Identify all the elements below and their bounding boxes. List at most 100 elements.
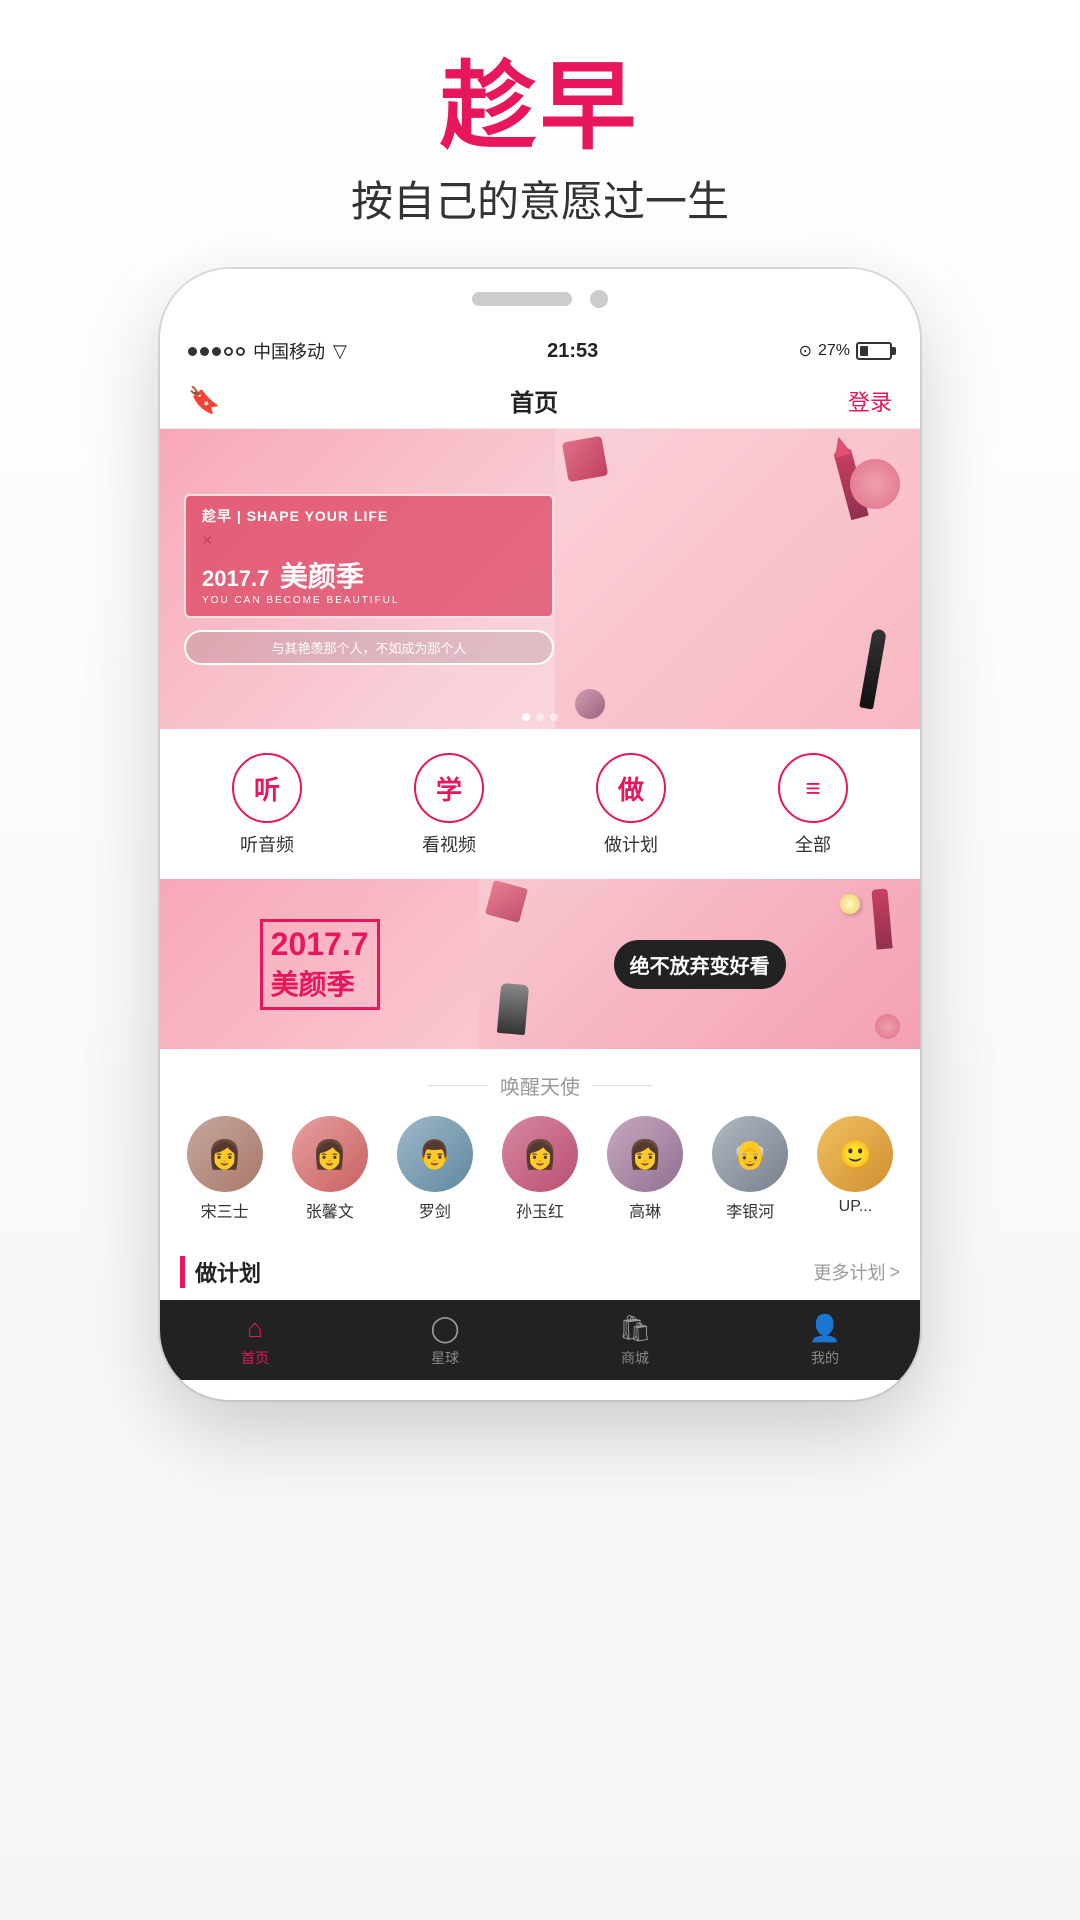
ambassador-avatar-7: 🙂	[817, 1116, 893, 1192]
palette-icon	[562, 436, 608, 482]
main-banner[interactable]: 趁早 | SHAPE YOUR LIFE × 2017.7 美颜季 YOU CA…	[160, 429, 920, 729]
plans-section: 做计划 更多计划 >	[160, 1240, 920, 1288]
phone-bottom-space	[160, 1380, 920, 1400]
banner-year-season: 2017.7 美颜季	[202, 555, 536, 593]
qa-video-circle: 学	[414, 753, 484, 823]
promo-season: 美颜季	[271, 963, 369, 1003]
bnav-star-label: 星球	[431, 1348, 459, 1368]
ambassador-2[interactable]: 👩 张馨文	[277, 1116, 382, 1222]
battery-icon	[856, 342, 892, 360]
qa-all-label: 全部	[795, 831, 831, 857]
promo-lipstick	[871, 888, 892, 949]
banner-left: 趁早 | SHAPE YOUR LIFE × 2017.7 美颜季 YOU CA…	[160, 429, 578, 729]
battery-percent: 27%	[818, 342, 850, 360]
promo-banner[interactable]: 2017.7 美颜季 绝不放弃变好看	[160, 879, 920, 1049]
promo-right: 绝不放弃变好看	[479, 940, 920, 989]
ambassadors-title: 唤醒天使	[160, 1071, 920, 1100]
banner-tagline: 与其艳羡那个人，不如成为那个人	[184, 630, 554, 665]
nav-bar: 🔖 首页 登录	[160, 373, 920, 429]
ambassador-avatar-5: 👩	[607, 1116, 683, 1192]
banner-content: 趁早 | SHAPE YOUR LIFE × 2017.7 美颜季 YOU CA…	[160, 429, 920, 729]
nav-title: 首页	[510, 383, 558, 418]
ambassador-6[interactable]: 👴 李银河	[698, 1116, 803, 1222]
promo-mascara	[497, 983, 529, 1035]
banner-dot-1	[522, 713, 530, 721]
ambassador-avatar-2: 👩	[292, 1116, 368, 1192]
banner-subtitle: YOU CAN BECOME BEAUTIFUL	[202, 595, 536, 606]
banner-brand: 趁早 | SHAPE YOUR LIFE	[202, 506, 536, 526]
blush-icon	[850, 459, 900, 509]
promo-blush	[875, 1014, 900, 1039]
ambassadors-list: 👩 宋三士 👩 张馨文 👨 罗剑 👩 孙玉红 👩 高琳 👴 李银河	[160, 1116, 920, 1222]
carrier-label: 中国移动	[253, 338, 325, 364]
qa-video[interactable]: 学 看视频	[414, 753, 484, 857]
ambassador-name-2: 张馨文	[306, 1198, 354, 1222]
bnav-shop[interactable]: 🛍 商城	[540, 1313, 730, 1368]
ambassador-name-7: UP...	[839, 1198, 873, 1216]
ambassador-4[interactable]: 👩 孙玉红	[487, 1116, 592, 1222]
qa-plan-label: 做计划	[604, 831, 658, 857]
ambassador-7[interactable]: 🙂 UP...	[803, 1116, 908, 1222]
promo-highlight	[840, 894, 860, 914]
ambassador-name-4: 孙玉红	[516, 1198, 564, 1222]
promo-year: 2017.7	[271, 926, 369, 963]
status-right: ⊙ 27%	[799, 341, 892, 361]
bookmark-icon[interactable]: 🔖	[188, 385, 220, 416]
ambassador-name-3: 罗剑	[419, 1198, 451, 1222]
mascara-icon	[859, 628, 887, 709]
bnav-shop-label: 商城	[621, 1348, 649, 1368]
quick-actions: 听 听音频 学 看视频 做 做计划 ≡ 全部	[160, 729, 920, 873]
profile-icon: 👤	[809, 1313, 841, 1344]
ambassador-avatar-1: 👩	[187, 1116, 263, 1192]
signal-dot-4	[224, 347, 233, 356]
promo-palette	[485, 880, 528, 923]
star-icon: ◯	[430, 1313, 459, 1344]
banner-dots	[522, 713, 558, 721]
qa-plan[interactable]: 做 做计划	[596, 753, 666, 857]
shop-icon: 🛍	[618, 1313, 651, 1344]
promo-box: 2017.7 美颜季	[260, 919, 380, 1010]
banner-right-bg	[555, 429, 920, 729]
bnav-home[interactable]: ⌂ 首页	[160, 1313, 350, 1368]
ambassador-avatar-3: 👨	[397, 1116, 473, 1192]
qa-audio-circle: 听	[232, 753, 302, 823]
ambassador-5[interactable]: 👩 高琳	[593, 1116, 698, 1222]
plans-header: 做计划 更多计划 >	[180, 1256, 900, 1288]
qa-video-label: 看视频	[422, 831, 476, 857]
status-bar: 中国移动 ▽ 21:53 ⊙ 27%	[160, 329, 920, 373]
time-display: 21:53	[547, 340, 598, 363]
home-icon: ⌂	[247, 1313, 263, 1344]
phone-camera	[590, 290, 608, 308]
battery-fill	[860, 346, 868, 356]
wifi-icon: ▽	[333, 341, 347, 362]
qa-audio-label: 听音频	[240, 831, 294, 857]
login-button[interactable]: 登录	[848, 385, 892, 417]
banner-dot-2	[536, 713, 544, 721]
phone-speaker	[472, 292, 572, 306]
rotation-icon: ⊙	[799, 341, 812, 361]
banner-inner-box: 趁早 | SHAPE YOUR LIFE × 2017.7 美颜季 YOU CA…	[184, 494, 554, 618]
phone-mockup: 中国移动 ▽ 21:53 ⊙ 27% 🔖 首页 登录 趁早 | SHAPE YO…	[160, 269, 920, 1400]
qa-plan-circle: 做	[596, 753, 666, 823]
signal-dot-2	[200, 347, 209, 356]
qa-all-circle: ≡	[778, 753, 848, 823]
ambassador-name-1: 宋三士	[201, 1198, 249, 1222]
bottom-nav: ⌂ 首页 ◯ 星球 🛍 商城 👤 我的	[160, 1300, 920, 1380]
qa-audio[interactable]: 听 听音频	[232, 753, 302, 857]
signal-dot-1	[188, 347, 197, 356]
bnav-star[interactable]: ◯ 星球	[350, 1313, 540, 1368]
ambassador-avatar-6: 👴	[712, 1116, 788, 1192]
qa-all[interactable]: ≡ 全部	[778, 753, 848, 857]
plans-more-button[interactable]: 更多计划 >	[813, 1259, 900, 1285]
promo-left: 2017.7 美颜季	[160, 907, 479, 1022]
app-title-main: 趁早	[351, 60, 729, 156]
plans-title: 做计划	[180, 1256, 261, 1288]
phone-top-bar	[160, 269, 920, 329]
ambassadors-section: 唤醒天使 👩 宋三士 👩 张馨文 👨 罗剑 👩 孙玉红 👩 高琳	[160, 1055, 920, 1238]
phone-notch	[472, 290, 608, 308]
ambassador-3[interactable]: 👨 罗剑	[382, 1116, 487, 1222]
ambassador-1[interactable]: 👩 宋三士	[172, 1116, 277, 1222]
banner-dot-3	[550, 713, 558, 721]
signal-bars	[188, 347, 245, 356]
bnav-profile[interactable]: 👤 我的	[730, 1313, 920, 1368]
